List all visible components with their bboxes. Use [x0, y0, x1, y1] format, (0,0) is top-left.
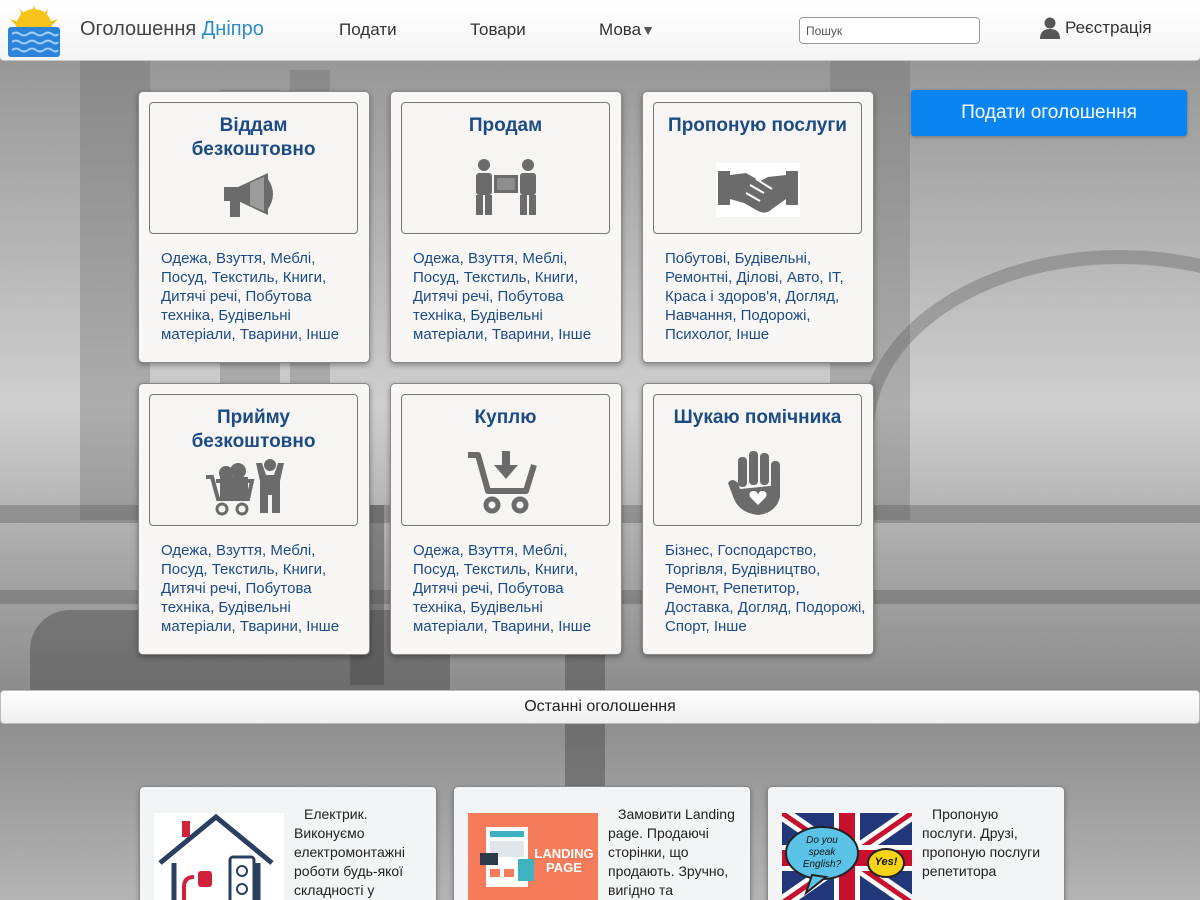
post-ad-button[interactable]: Подати оголошення [911, 90, 1187, 136]
logo-sun-water-icon[interactable] [6, 3, 62, 58]
category-title: Продам [468, 115, 543, 136]
category-card-buy[interactable]: Куплю Одежа, Взуття, Меблі, Посуд, Текст… [390, 383, 622, 655]
cart-person-icon [206, 459, 284, 516]
cart-download-icon [468, 451, 537, 514]
register-label: Реєстрація [1065, 18, 1152, 37]
category-card-sell[interactable]: Продам Одежа, Взуття, Меблі, Посуд, Текс… [390, 91, 622, 363]
nav-language-label: Мова [599, 20, 642, 39]
ad-card-landing-page[interactable]: LANDING PAGE Замовити Landing page. Прод… [453, 786, 751, 900]
electric-house-icon [158, 813, 274, 900]
register-link[interactable]: Реєстрація [1040, 17, 1152, 39]
latest-ads-heading: Останні оголошення [0, 690, 1200, 724]
category-header: Пропоную послуги [653, 102, 862, 234]
nav-goods[interactable]: Товари [470, 20, 526, 40]
user-icon [1040, 17, 1060, 39]
category-description: Одежа, Взуття, Меблі, Посуд, Текстиль, К… [413, 542, 592, 635]
category-header: Віддам безкоштовно [149, 102, 358, 234]
ad-text: Пропоную послуги. Друзі, пропоную послуг… [922, 806, 1041, 879]
category-header: Продам [401, 102, 610, 234]
megaphone-icon [224, 173, 273, 217]
category-card-accept-free[interactable]: Прийму безкоштовно Одежа, Взуття, Меблі,… [138, 383, 370, 655]
brand-main: Оголошення [80, 18, 197, 40]
category-title: Куплю [474, 407, 537, 428]
latest-ads-title: Останні оголошення [524, 698, 676, 715]
category-card-offer-services[interactable]: Пропоную послуги Побутові, Будівельні, Р… [642, 91, 874, 363]
search-input[interactable] [799, 17, 980, 44]
category-description: Побутові, Будівельні, Ремонтні, Ділові, … [665, 250, 844, 343]
category-header: Шукаю помічника [653, 394, 862, 526]
chevron-down-icon: ▼ [641, 22, 655, 38]
ad-card-electrician[interactable]: Електрик. Виконуємо електромонтажні робо… [139, 786, 437, 900]
ad-thumbnail: Do you speak English? Yes! [782, 813, 912, 900]
handshake-icon [716, 163, 800, 217]
category-title: Пропоную послуги [668, 115, 847, 136]
ad-text: Замовити Landing page. Продаючі сторінки… [608, 806, 735, 898]
ad-text: Електрик. Виконуємо електромонтажні робо… [294, 806, 405, 898]
category-title: Прийму безкоштовно [191, 407, 316, 452]
brand-city: Дніпро [201, 18, 264, 40]
category-header: Куплю [401, 394, 610, 526]
category-title: Віддам безкоштовно [191, 115, 316, 160]
speech-bubble-question: Do you speak English? [802, 835, 842, 870]
category-title: Шукаю помічника [673, 407, 842, 428]
category-description: Одежа, Взуття, Меблі, Посуд, Текстиль, К… [161, 250, 340, 343]
ad-thumbnail [154, 813, 284, 900]
landing-page-label: LANDING PAGE [534, 846, 594, 875]
top-navbar: Оголошення Дніпро Подати Товари Мова▼ Ре… [0, 0, 1200, 61]
ad-card-tutor[interactable]: Do you speak English? Yes! Пропоную посл… [767, 786, 1065, 900]
hand-heart-icon [728, 451, 780, 515]
site-brand[interactable]: Оголошення Дніпро [80, 18, 264, 41]
category-description: Одежа, Взуття, Меблі, Посуд, Текстиль, К… [413, 250, 592, 343]
category-header: Прийму безкоштовно [149, 394, 358, 526]
category-description: Бізнес, Господарство, Торгівля, Будівниц… [665, 542, 866, 635]
movers-box-icon [476, 159, 536, 215]
category-card-seek-helper[interactable]: Шукаю помічника Бізнес, Господарство, То… [642, 383, 874, 655]
category-description: Одежа, Взуття, Меблі, Посуд, Текстиль, К… [161, 542, 340, 635]
speech-bubble-answer: Yes! [874, 856, 898, 868]
category-card-give-free[interactable]: Віддам безкоштовно Одежа, Взуття, Меблі,… [138, 91, 370, 363]
nav-post[interactable]: Подати [339, 20, 397, 40]
nav-language-dropdown[interactable]: Мова▼ [599, 20, 655, 40]
ad-thumbnail: LANDING PAGE [468, 813, 598, 900]
